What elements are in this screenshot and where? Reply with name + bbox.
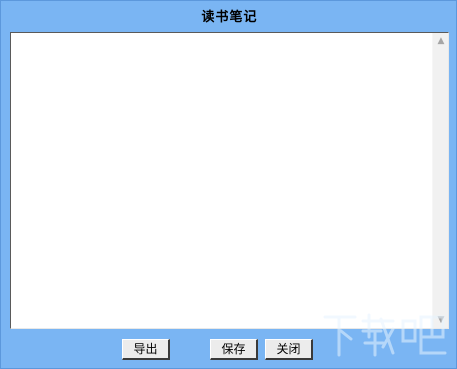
xiazaiba-watermark-logo <box>323 313 447 357</box>
notes-editor: ▲ ▼ <box>10 32 449 329</box>
export-button[interactable]: 导出 <box>122 339 170 360</box>
scroll-up-icon[interactable]: ▲ <box>433 33 449 49</box>
window-title: 读书笔记 <box>201 10 258 25</box>
save-button[interactable]: 保存 <box>210 339 258 360</box>
reading-notes-window: 读书笔记 ▲ ▼ 导出 保存 关闭 <box>0 0 457 369</box>
vertical-scrollbar[interactable]: ▲ ▼ <box>432 33 448 328</box>
notes-textarea[interactable] <box>11 33 432 328</box>
close-button[interactable]: 关闭 <box>265 339 313 360</box>
